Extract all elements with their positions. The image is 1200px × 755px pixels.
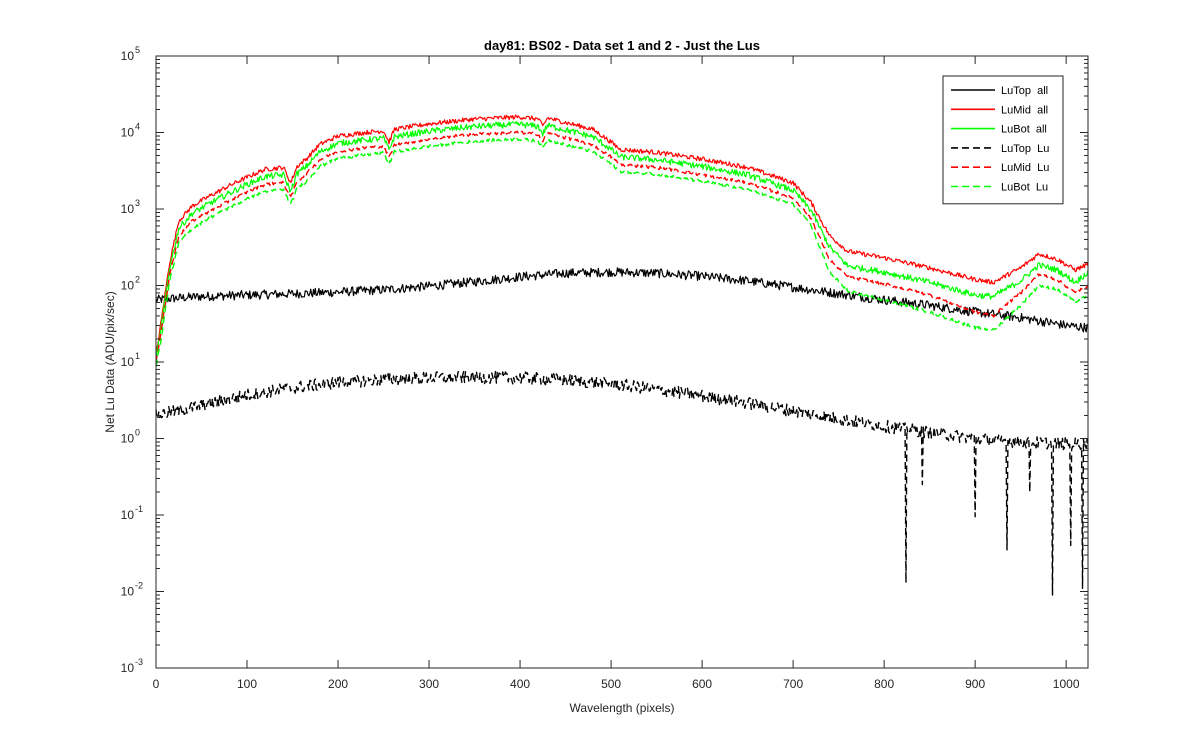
x-tick-label: 700 xyxy=(783,677,803,691)
x-tick-label: 500 xyxy=(601,677,621,691)
x-tick-label: 900 xyxy=(965,677,985,691)
x-tick-label: 300 xyxy=(419,677,439,691)
y-tick-label: 10 xyxy=(121,508,135,522)
y-tick-label: 10 xyxy=(121,49,135,63)
y-tick-label: 10 xyxy=(121,661,135,675)
x-tick-label: 400 xyxy=(510,677,530,691)
chart-svg: 0 100 200 300 400 500 600 700 800 900 100010 -310 -2… xyxy=(0,0,1200,750)
y-tick-label: 10 xyxy=(121,355,135,369)
chart-title: day81: BS02 - Data set 1 and 2 - Just th… xyxy=(484,38,760,53)
x-tick-label: 1000 xyxy=(1053,677,1080,691)
y-tick-label: 10 xyxy=(121,202,135,216)
y-tick-exponent: -1 xyxy=(135,504,143,514)
y-tick-exponent: 3 xyxy=(135,198,140,208)
x-tick-label: 0 xyxy=(153,677,160,691)
y-tick-exponent: 5 xyxy=(135,45,140,55)
legend-label: LuTop all xyxy=(1001,85,1048,97)
y-tick-exponent: 2 xyxy=(135,275,140,285)
legend-label: LuMid all xyxy=(1001,104,1048,116)
legend-label: LuBot all xyxy=(1001,124,1047,136)
y-axis-label: Net Lu Data (ADU/pix/sec) xyxy=(103,291,117,432)
y-tick-label: 10 xyxy=(121,585,135,599)
x-tick-label: 200 xyxy=(328,677,348,691)
y-tick-exponent: 0 xyxy=(135,428,140,438)
y-tick-exponent: 4 xyxy=(135,122,140,132)
y-tick-label: 10 xyxy=(121,432,135,446)
legend: LuTop all LuMid all LuBot all LuTop Lu LuMid… xyxy=(942,75,1064,205)
x-tick-label: 800 xyxy=(874,677,894,691)
y-tick-exponent: -3 xyxy=(135,657,143,667)
legend-label: LuTop Lu xyxy=(1001,143,1049,155)
legend-label: LuMid Lu xyxy=(1001,162,1049,174)
x-axis-label: Wavelength (pixels) xyxy=(570,701,675,715)
y-tick-exponent: 1 xyxy=(135,351,140,361)
y-tick-label: 10 xyxy=(121,279,135,293)
x-tick-label: 100 xyxy=(237,677,257,691)
y-tick-label: 10 xyxy=(121,126,135,140)
x-tick-label: 600 xyxy=(692,677,712,691)
figure: 0 100 200 300 400 500 600 700 800 900 1000 10 -3 10 -2… xyxy=(0,0,1200,750)
y-tick-exponent: -2 xyxy=(135,581,143,591)
legend-label: LuBot Lu xyxy=(1001,182,1048,194)
